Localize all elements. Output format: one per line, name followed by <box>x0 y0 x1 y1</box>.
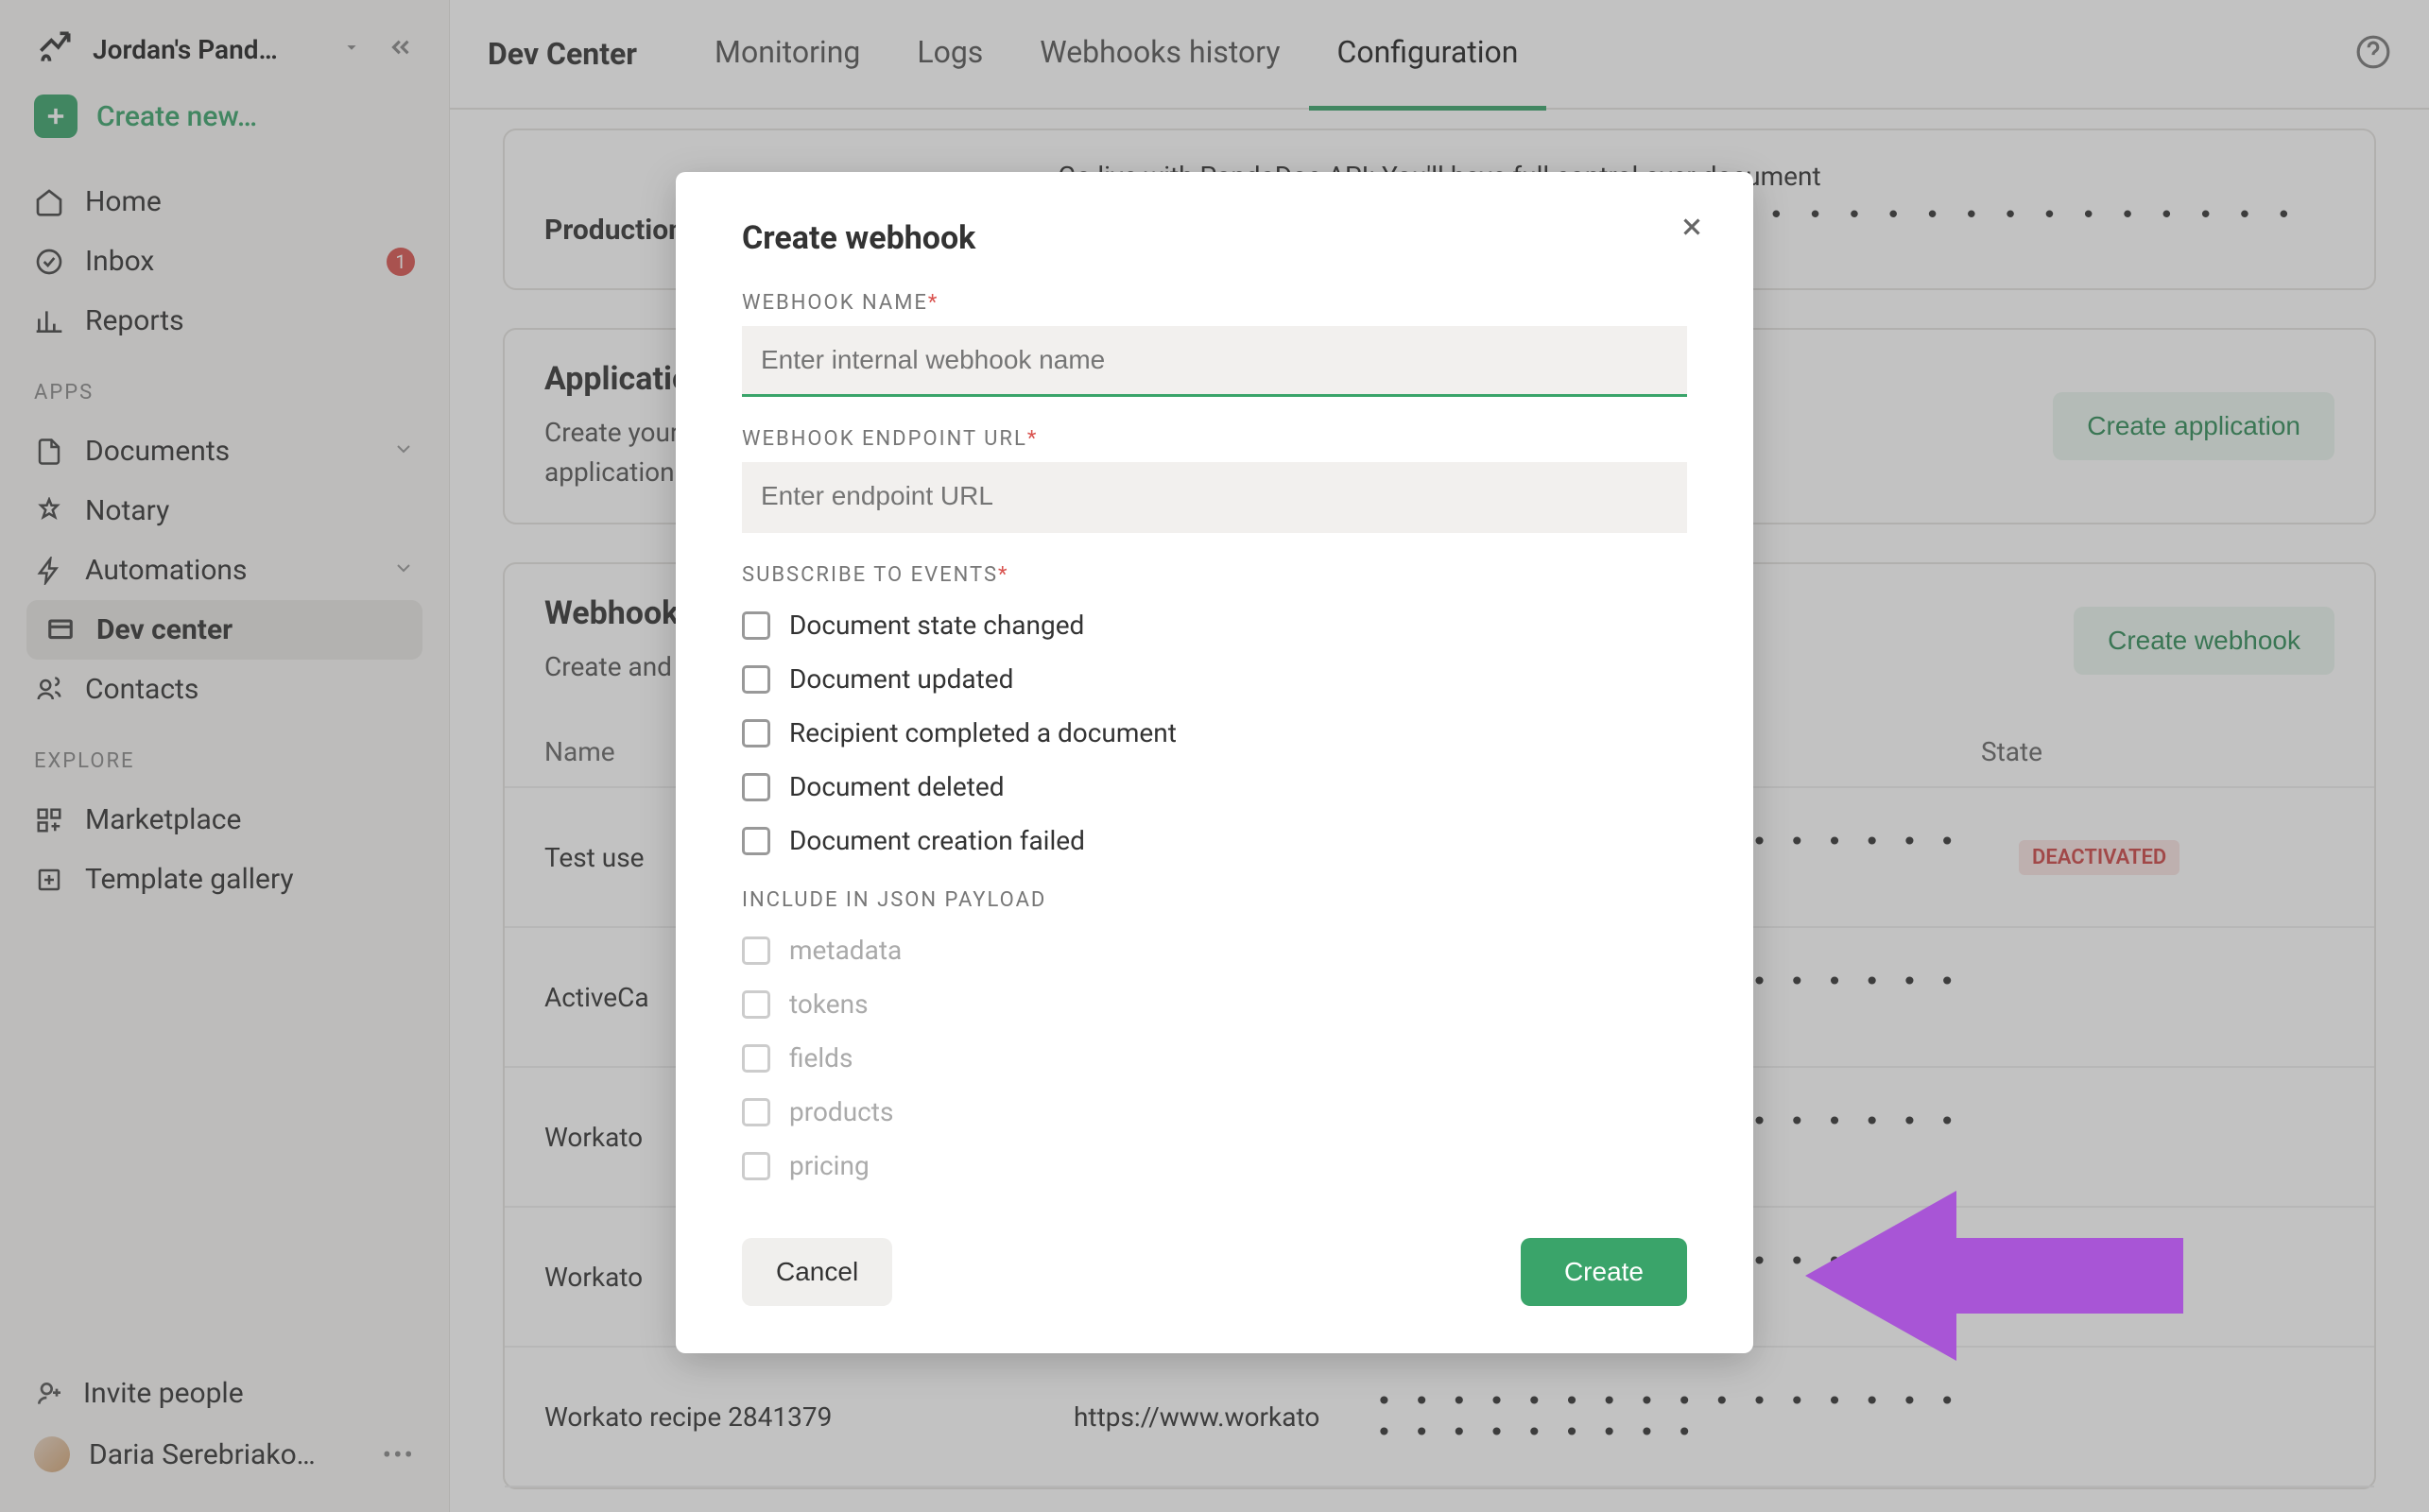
create-button[interactable]: Create <box>1521 1238 1687 1306</box>
payload-checkbox: metadata <box>742 923 1687 977</box>
checkbox-icon <box>742 1152 770 1180</box>
event-checkbox[interactable]: Document state changed <box>742 598 1687 652</box>
payload-checkbox: products <box>742 1085 1687 1139</box>
checkbox-icon <box>742 1044 770 1073</box>
modal-overlay: Create webhook WEBHOOK NAME* WEBHOOK END… <box>0 0 2429 1512</box>
checkbox-icon <box>742 611 770 640</box>
event-checkbox[interactable]: Recipient completed a document <box>742 706 1687 760</box>
event-checkbox[interactable]: Document creation failed <box>742 814 1687 868</box>
subscribe-events-label: SUBSCRIBE TO EVENTS* <box>742 563 1687 587</box>
close-icon[interactable] <box>1678 212 1706 249</box>
webhook-name-label: WEBHOOK NAME* <box>742 291 1687 315</box>
checkbox-icon <box>742 719 770 747</box>
webhook-url-label: WEBHOOK ENDPOINT URL* <box>742 427 1687 451</box>
checkbox-icon <box>742 936 770 965</box>
create-webhook-modal: Create webhook WEBHOOK NAME* WEBHOOK END… <box>676 172 1753 1353</box>
webhook-url-input[interactable] <box>742 462 1687 533</box>
payload-label: INCLUDE IN JSON PAYLOAD <box>742 888 1687 912</box>
event-checkbox[interactable]: Document deleted <box>742 760 1687 814</box>
checkbox-icon <box>742 990 770 1019</box>
checkbox-icon <box>742 665 770 694</box>
checkbox-icon <box>742 773 770 801</box>
webhook-name-input[interactable] <box>742 326 1687 397</box>
modal-title: Create webhook <box>742 219 1687 257</box>
checkbox-icon <box>742 1098 770 1126</box>
event-checkbox[interactable]: Document updated <box>742 652 1687 706</box>
cancel-button[interactable]: Cancel <box>742 1238 892 1306</box>
payload-checkbox: fields <box>742 1031 1687 1085</box>
checkbox-icon <box>742 827 770 855</box>
payload-checkbox: tokens <box>742 977 1687 1031</box>
payload-checkbox: pricing <box>742 1139 1687 1193</box>
